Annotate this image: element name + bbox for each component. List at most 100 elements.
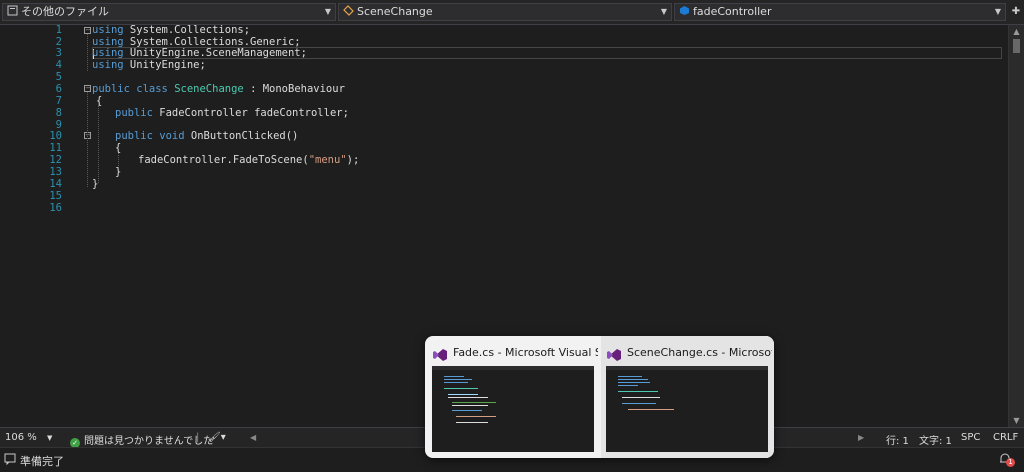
ready-status: 準備完了 [20,455,64,468]
keyword: using [92,59,124,71]
preview-titlebar [432,366,594,370]
zoom-level[interactable]: 106 % [5,432,37,443]
window-thumbnail-fade[interactable]: Fade.cs - Microsoft Visual Studio [427,336,600,458]
code-text: } [115,166,121,178]
chevron-down-icon: ▼ [994,7,1001,16]
line-number: 1 [55,24,62,36]
class-dropdown-label: SceneChange [357,5,433,18]
line-number: 13 [49,166,62,178]
ready-icon [4,453,16,468]
window-title: Fade.cs - Microsoft Visual Studio [453,346,598,359]
issues-indicator[interactable]: ✓ 問題は見つかりませんでした [70,432,213,448]
line-number: 10 [49,130,62,142]
window-preview [606,366,768,452]
visual-studio-icon [607,346,621,361]
preview-line [456,416,496,417]
code-token: FadeController fadeController; [152,107,349,119]
notification-count: 1 [1006,458,1015,467]
code-text: using UnityEngine.SceneManagement; [92,47,307,59]
code-text: { [115,142,121,154]
code-cleanup-icon[interactable]: 🖌▾ [208,432,226,443]
chevron-down-icon: ▼ [660,7,667,16]
line-number: 6 [55,83,62,95]
preview-line [448,394,478,395]
line-number: 16 [49,202,62,214]
column-indicator[interactable]: 文字: 1 [919,432,952,447]
preview-line [444,376,464,377]
line-number: 8 [55,107,62,119]
collapse-icon[interactable]: − [84,27,91,34]
code-token: OnButtonClicked() [184,130,299,142]
preview-line [456,422,488,423]
line-number: 4 [55,59,62,71]
code-text: fadeController.FadeToScene("menu"); [138,154,359,166]
visual-studio-icon [433,346,447,361]
code-token: } [92,178,99,190]
preview-line [444,379,472,380]
spacing-indicator[interactable]: SPC [961,432,980,443]
preview-line [618,382,650,383]
preview-line [628,409,674,410]
scrollbar-thumb[interactable] [1013,39,1020,53]
keyword: using [92,47,124,59]
code-token: { [96,95,103,107]
preview-line [452,410,482,411]
vertical-scrollbar[interactable]: ▲ ▼ [1008,25,1024,427]
window-preview [432,366,594,452]
code-text: using System.Collections; [92,24,250,36]
keyword: void [159,130,185,142]
scroll-right-icon[interactable]: ▶ [858,433,864,442]
code-token: System.Collections; [123,24,251,36]
line-ending-indicator[interactable]: CRLF [993,432,1018,443]
class-dropdown[interactable]: SceneChange ▼ [338,3,672,21]
indent-guide [98,105,99,183]
project-dropdown[interactable]: その他のファイル ▼ [2,3,336,21]
split-add-icon[interactable]: ✚ [1008,4,1024,20]
notification-bell-icon[interactable]: 1 [998,452,1016,468]
preview-line [618,385,638,386]
navigation-bar: その他のファイル ▼ SceneChange ▼ fadeController … [0,0,1024,25]
preview-line [618,391,658,392]
line-number: 5 [55,71,62,83]
code-token: ); [346,154,360,166]
code-text: { [96,95,102,107]
taskbar-thumbnail-popup: Fade.cs - Microsoft Visual Studio SceneC… [425,336,774,458]
zoom-chevron-icon[interactable]: ▼ [47,434,52,442]
indent-guide [87,92,88,187]
code-token: : MonoBehaviour [243,83,345,95]
type-name: SceneChange [174,83,244,95]
scroll-down-icon[interactable]: ▼ [1009,416,1024,425]
code-text: public class SceneChange : MonoBehaviour [92,83,345,95]
separator: | [196,432,200,443]
keyword: using [92,24,124,36]
preview-line [452,402,496,403]
window-thumbnail-scenechange[interactable]: SceneChange.cs - Microsoft Vis... [601,336,774,458]
string-literal: "menu" [308,154,347,166]
preview-line [618,376,642,377]
collapse-icon[interactable]: − [84,85,91,92]
line-number: 14 [49,178,62,190]
code-token: } [115,166,122,178]
preview-line [618,379,648,380]
code-token: fadeController.FadeToScene( [138,154,309,166]
code-text: public FadeController fadeController; [115,107,349,119]
issues-text: 問題は見つかりませんでした [84,436,214,447]
class-icon [343,5,354,16]
keyword: public [115,107,153,119]
keyword: class [136,83,168,95]
preview-line [622,403,656,404]
member-dropdown-label: fadeController [693,5,772,18]
line-number: 12 [49,154,62,166]
preview-titlebar [606,366,768,370]
preview-line [448,397,488,398]
line-number: 11 [49,142,62,154]
member-dropdown[interactable]: fadeController ▼ [674,3,1006,21]
preview-line [452,405,488,406]
line-indicator[interactable]: 行: 1 [886,432,909,447]
code-text: } [92,178,98,190]
code-token: { [115,142,122,154]
indent-guide [87,34,88,71]
scroll-left-icon[interactable]: ◀ [250,433,256,442]
preview-line [622,397,660,398]
scroll-up-icon[interactable]: ▲ [1009,27,1024,36]
